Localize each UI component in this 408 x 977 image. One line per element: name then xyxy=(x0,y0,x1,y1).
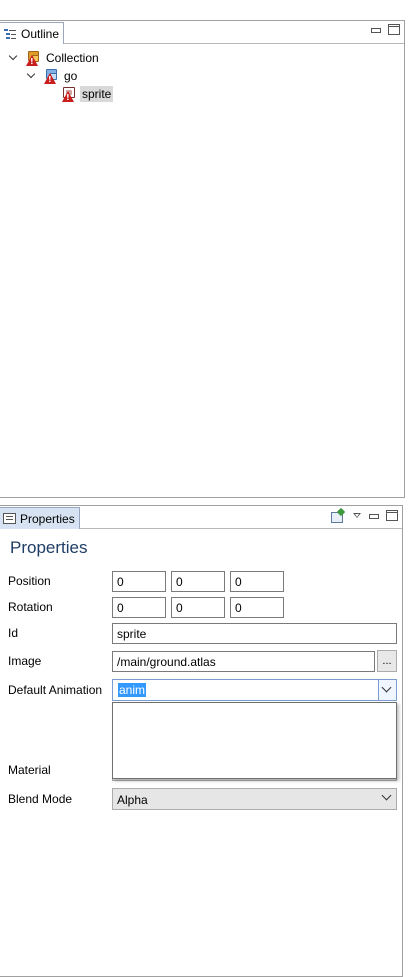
game-object-icon xyxy=(42,68,58,84)
tab-outline-label: Outline xyxy=(21,26,60,41)
rotation-z-field[interactable]: 0 xyxy=(230,597,284,618)
image-label: Image xyxy=(8,654,42,668)
tree-item-label: Collection xyxy=(46,51,99,65)
default-animation-dropdown-list[interactable] xyxy=(112,702,397,779)
outline-icon xyxy=(3,27,17,41)
id-label: Id xyxy=(8,626,19,640)
tree-item-label: go xyxy=(64,69,78,83)
id-field[interactable]: sprite xyxy=(112,623,397,644)
default-animation-combo[interactable]: anim xyxy=(112,679,397,701)
minimize-icon[interactable] xyxy=(368,510,380,521)
view-menu-icon[interactable] xyxy=(352,511,362,521)
tree-item-collection[interactable]: Collection xyxy=(8,49,101,67)
blend-mode-value: Alpha xyxy=(117,793,148,807)
default-animation-label: Default Animation xyxy=(8,683,103,697)
sprite-icon xyxy=(60,86,76,102)
tab-properties-label: Properties xyxy=(20,511,75,526)
tree-item-label: sprite xyxy=(80,86,114,102)
blend-mode-combo[interactable]: Alpha xyxy=(112,788,397,810)
outline-window-controls xyxy=(370,24,400,35)
collection-icon xyxy=(24,50,40,66)
default-animation-value: anim xyxy=(118,683,147,697)
maximize-icon[interactable] xyxy=(388,24,400,35)
tab-outline[interactable]: Outline xyxy=(0,22,65,44)
position-label: Position xyxy=(8,574,51,588)
outline-view: Outline Collection go xyxy=(0,20,405,498)
properties-tab-icon xyxy=(3,513,16,524)
rotation-x-field[interactable]: 0 xyxy=(112,597,166,618)
expand-chevron-icon[interactable] xyxy=(8,52,20,64)
properties-window-controls xyxy=(331,509,398,523)
image-field[interactable]: /main/ground.atlas xyxy=(112,651,375,672)
chevron-down-icon xyxy=(381,682,392,693)
default-animation-dropdown-button[interactable] xyxy=(378,680,396,700)
blend-mode-label: Blend Mode xyxy=(8,792,73,806)
material-label: Material xyxy=(8,763,51,777)
maximize-icon[interactable] xyxy=(386,510,398,521)
position-y-field[interactable]: 0 xyxy=(171,571,225,592)
pin-icon[interactable] xyxy=(331,509,346,523)
properties-view-header: Properties xyxy=(0,506,402,529)
outline-view-header: Outline xyxy=(0,21,404,44)
properties-title: Properties xyxy=(10,538,88,557)
position-x-field[interactable]: 0 xyxy=(112,571,166,592)
tab-properties[interactable]: Properties xyxy=(0,507,80,529)
tree-item-sprite[interactable]: sprite xyxy=(60,85,114,103)
chevron-down-icon xyxy=(381,790,392,801)
position-z-field[interactable]: 0 xyxy=(230,571,284,592)
tree-item-go[interactable]: go xyxy=(26,67,79,85)
minimize-icon[interactable] xyxy=(370,24,382,35)
rotation-label: Rotation xyxy=(8,600,53,614)
expand-chevron-icon[interactable] xyxy=(26,70,38,82)
browse-image-button[interactable]: ... xyxy=(377,650,397,672)
rotation-y-field[interactable]: 0 xyxy=(171,597,225,618)
